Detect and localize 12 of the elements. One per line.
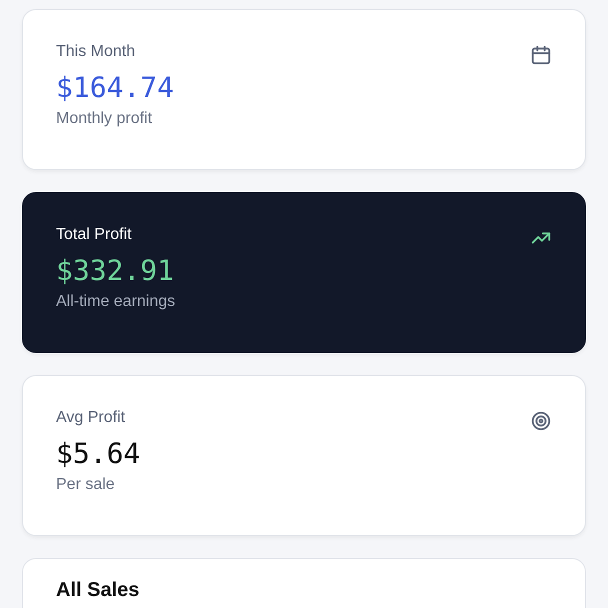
card-value: $5.64 bbox=[56, 437, 140, 470]
card-title: Total Profit bbox=[56, 226, 133, 244]
panel-title: All Sales bbox=[56, 579, 140, 602]
calendar-icon bbox=[530, 44, 552, 66]
card-caption: All-time earnings bbox=[56, 293, 176, 311]
card-caption: Monthly profit bbox=[56, 110, 154, 128]
card-value: $164.74 bbox=[56, 71, 174, 104]
card-value: $332.91 bbox=[56, 254, 176, 287]
target-icon bbox=[530, 410, 552, 432]
card-caption: Per sale bbox=[56, 476, 116, 494]
card-title: This Month bbox=[56, 43, 136, 61]
card-title: Avg Profit bbox=[56, 409, 126, 427]
